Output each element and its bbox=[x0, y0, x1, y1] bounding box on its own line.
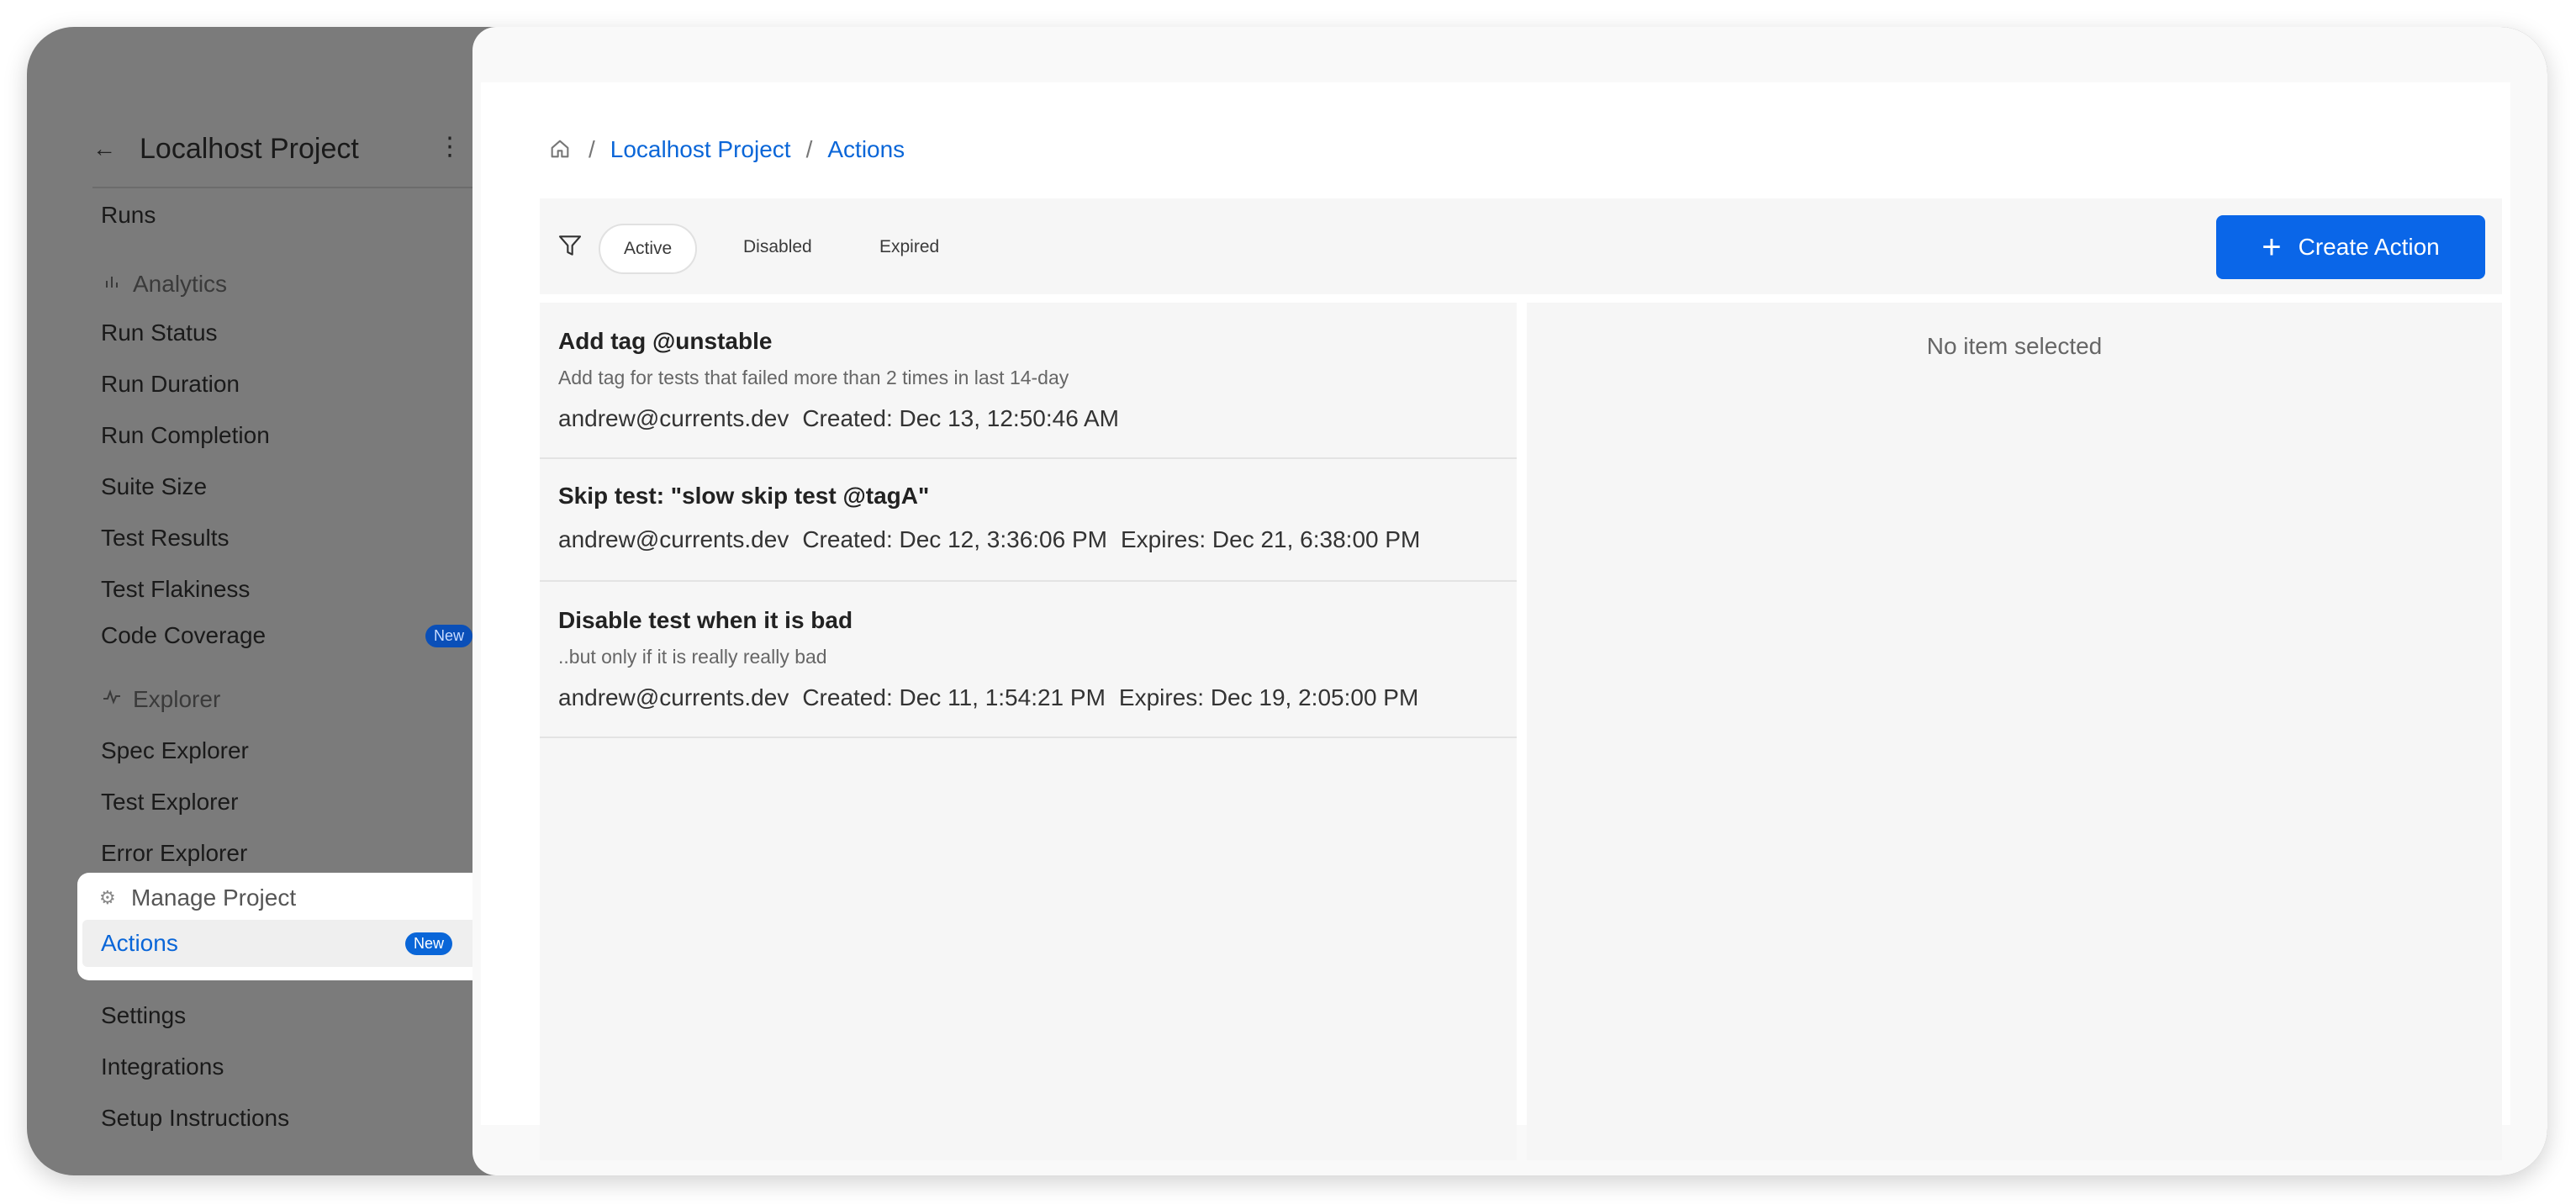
sidebar-item-settings[interactable]: Settings bbox=[101, 1002, 186, 1029]
action-created: Created: Dec 11, 1:54:21 PM bbox=[802, 684, 1106, 710]
action-title: Skip test: "slow skip test @tagA" bbox=[558, 483, 930, 509]
sidebar-section-explorer: Explorer bbox=[101, 686, 220, 713]
project-header: ← Localhost Project ⋮ bbox=[92, 111, 488, 187]
sidebar-item-error-explorer[interactable]: Error Explorer bbox=[101, 840, 247, 867]
plus-icon: + bbox=[2262, 229, 2282, 266]
back-arrow-icon[interactable]: ← bbox=[92, 135, 126, 162]
breadcrumb-current-page[interactable]: Actions bbox=[827, 136, 905, 163]
action-author: andrew@currents.dev bbox=[558, 526, 789, 552]
more-options-icon[interactable]: ⋮ bbox=[437, 135, 462, 160]
filter-icon[interactable] bbox=[557, 232, 583, 259]
breadcrumb-separator: / bbox=[805, 136, 813, 162]
sidebar-item-runs[interactable]: Runs bbox=[101, 202, 156, 229]
action-expires: Expires: Dec 19, 2:05:00 PM bbox=[1118, 684, 1419, 710]
sidebar-item-setup-instructions[interactable]: Setup Instructions bbox=[101, 1105, 289, 1132]
breadcrumb-separator: / bbox=[589, 136, 595, 162]
bar-chart-icon bbox=[101, 273, 123, 295]
manage-project-card: ⚙ Manage Project Actions New bbox=[77, 873, 498, 980]
sidebar-item-test-explorer[interactable]: Test Explorer bbox=[101, 789, 238, 816]
action-expires: Expires: Dec 21, 6:38:00 PM bbox=[1120, 526, 1421, 552]
sidebar-item-test-results[interactable]: Test Results bbox=[101, 525, 230, 552]
divider bbox=[92, 187, 472, 188]
sidebar-item-run-duration[interactable]: Run Duration bbox=[101, 371, 240, 398]
action-author: andrew@currents.dev bbox=[558, 684, 789, 710]
main-panel: / Localhost Project / Actions Active Dis… bbox=[472, 27, 2547, 1175]
action-meta: andrew@currents.dev Created: Dec 11, 1:54… bbox=[558, 684, 1432, 711]
new-badge: New bbox=[404, 932, 452, 955]
action-created: Created: Dec 12, 3:36:06 PM bbox=[802, 526, 1107, 552]
sidebar-item-run-completion[interactable]: Run Completion bbox=[101, 422, 270, 449]
sidebar-section-label: Explorer bbox=[133, 686, 221, 712]
action-meta: andrew@currents.dev Created: Dec 13, 12:5… bbox=[558, 405, 1132, 432]
sidebar-section-manage-project: ⚙ Manage Project bbox=[99, 885, 296, 911]
sidebar-item-actions[interactable]: Actions New bbox=[82, 920, 478, 967]
new-badge: New bbox=[425, 625, 473, 647]
list-item[interactable]: Disable test when it is bad ..but only i… bbox=[540, 582, 1517, 738]
list-item[interactable]: Skip test: "slow skip test @tagA" andrew… bbox=[540, 459, 1517, 582]
action-description: Add tag for tests that failed more than … bbox=[558, 367, 1069, 388]
sidebar-item-code-coverage[interactable]: Code Coverage bbox=[101, 622, 266, 649]
sidebar-section-analytics: Analytics bbox=[101, 271, 227, 298]
gear-icon: ⚙ bbox=[99, 887, 116, 908]
action-author: andrew@currents.dev bbox=[558, 405, 789, 431]
sidebar-item-label: Actions bbox=[101, 930, 178, 956]
empty-state-text: No item selected bbox=[1926, 333, 2103, 359]
filter-chip-active[interactable]: Active bbox=[599, 224, 698, 274]
content-area: / Localhost Project / Actions Active Dis… bbox=[481, 82, 2510, 1160]
app-window: ← Localhost Project ⋮ Runs Analytics Run… bbox=[27, 27, 2547, 1175]
filter-chip-expired[interactable]: Expired bbox=[856, 224, 963, 271]
sidebar-item-test-flakiness[interactable]: Test Flakiness bbox=[101, 576, 250, 603]
sidebar-section-label: Analytics bbox=[133, 271, 228, 297]
list-item[interactable]: Add tag @unstable Add tag for tests that… bbox=[540, 303, 1517, 459]
action-title: Disable test when it is bad bbox=[558, 607, 853, 633]
action-created: Created: Dec 13, 12:50:46 AM bbox=[802, 405, 1120, 431]
action-meta: andrew@currents.dev Created: Dec 12, 3:36… bbox=[558, 526, 1433, 553]
create-action-label: Create Action bbox=[2298, 234, 2440, 260]
sidebar-section-label: Manage Project bbox=[131, 885, 297, 911]
create-action-button[interactable]: + Create Action bbox=[2216, 215, 2485, 279]
home-icon[interactable] bbox=[548, 137, 573, 162]
sidebar-item-suite-size[interactable]: Suite Size bbox=[101, 473, 207, 500]
filter-toolbar: Active Disabled Expired + Create Action bbox=[540, 198, 2502, 294]
actions-list: Add tag @unstable Add tag for tests that… bbox=[540, 303, 1517, 1160]
sidebar-item-run-status[interactable]: Run Status bbox=[101, 319, 218, 346]
breadcrumb: / Localhost Project / Actions bbox=[548, 136, 905, 163]
activity-icon bbox=[101, 689, 123, 710]
action-description: ..but only if it is really really bad bbox=[558, 646, 827, 668]
sidebar: ← Localhost Project ⋮ Runs Analytics Run… bbox=[27, 27, 498, 1175]
project-title: Localhost Project bbox=[140, 132, 359, 165]
action-detail-panel: No item selected bbox=[1527, 303, 2502, 1160]
sidebar-item-integrations[interactable]: Integrations bbox=[101, 1054, 224, 1080]
filter-chip-disabled[interactable]: Disabled bbox=[720, 224, 836, 271]
action-title: Add tag @unstable bbox=[558, 328, 773, 354]
breadcrumb-project-link[interactable]: Localhost Project bbox=[610, 136, 791, 163]
sidebar-item-spec-explorer[interactable]: Spec Explorer bbox=[101, 737, 249, 764]
